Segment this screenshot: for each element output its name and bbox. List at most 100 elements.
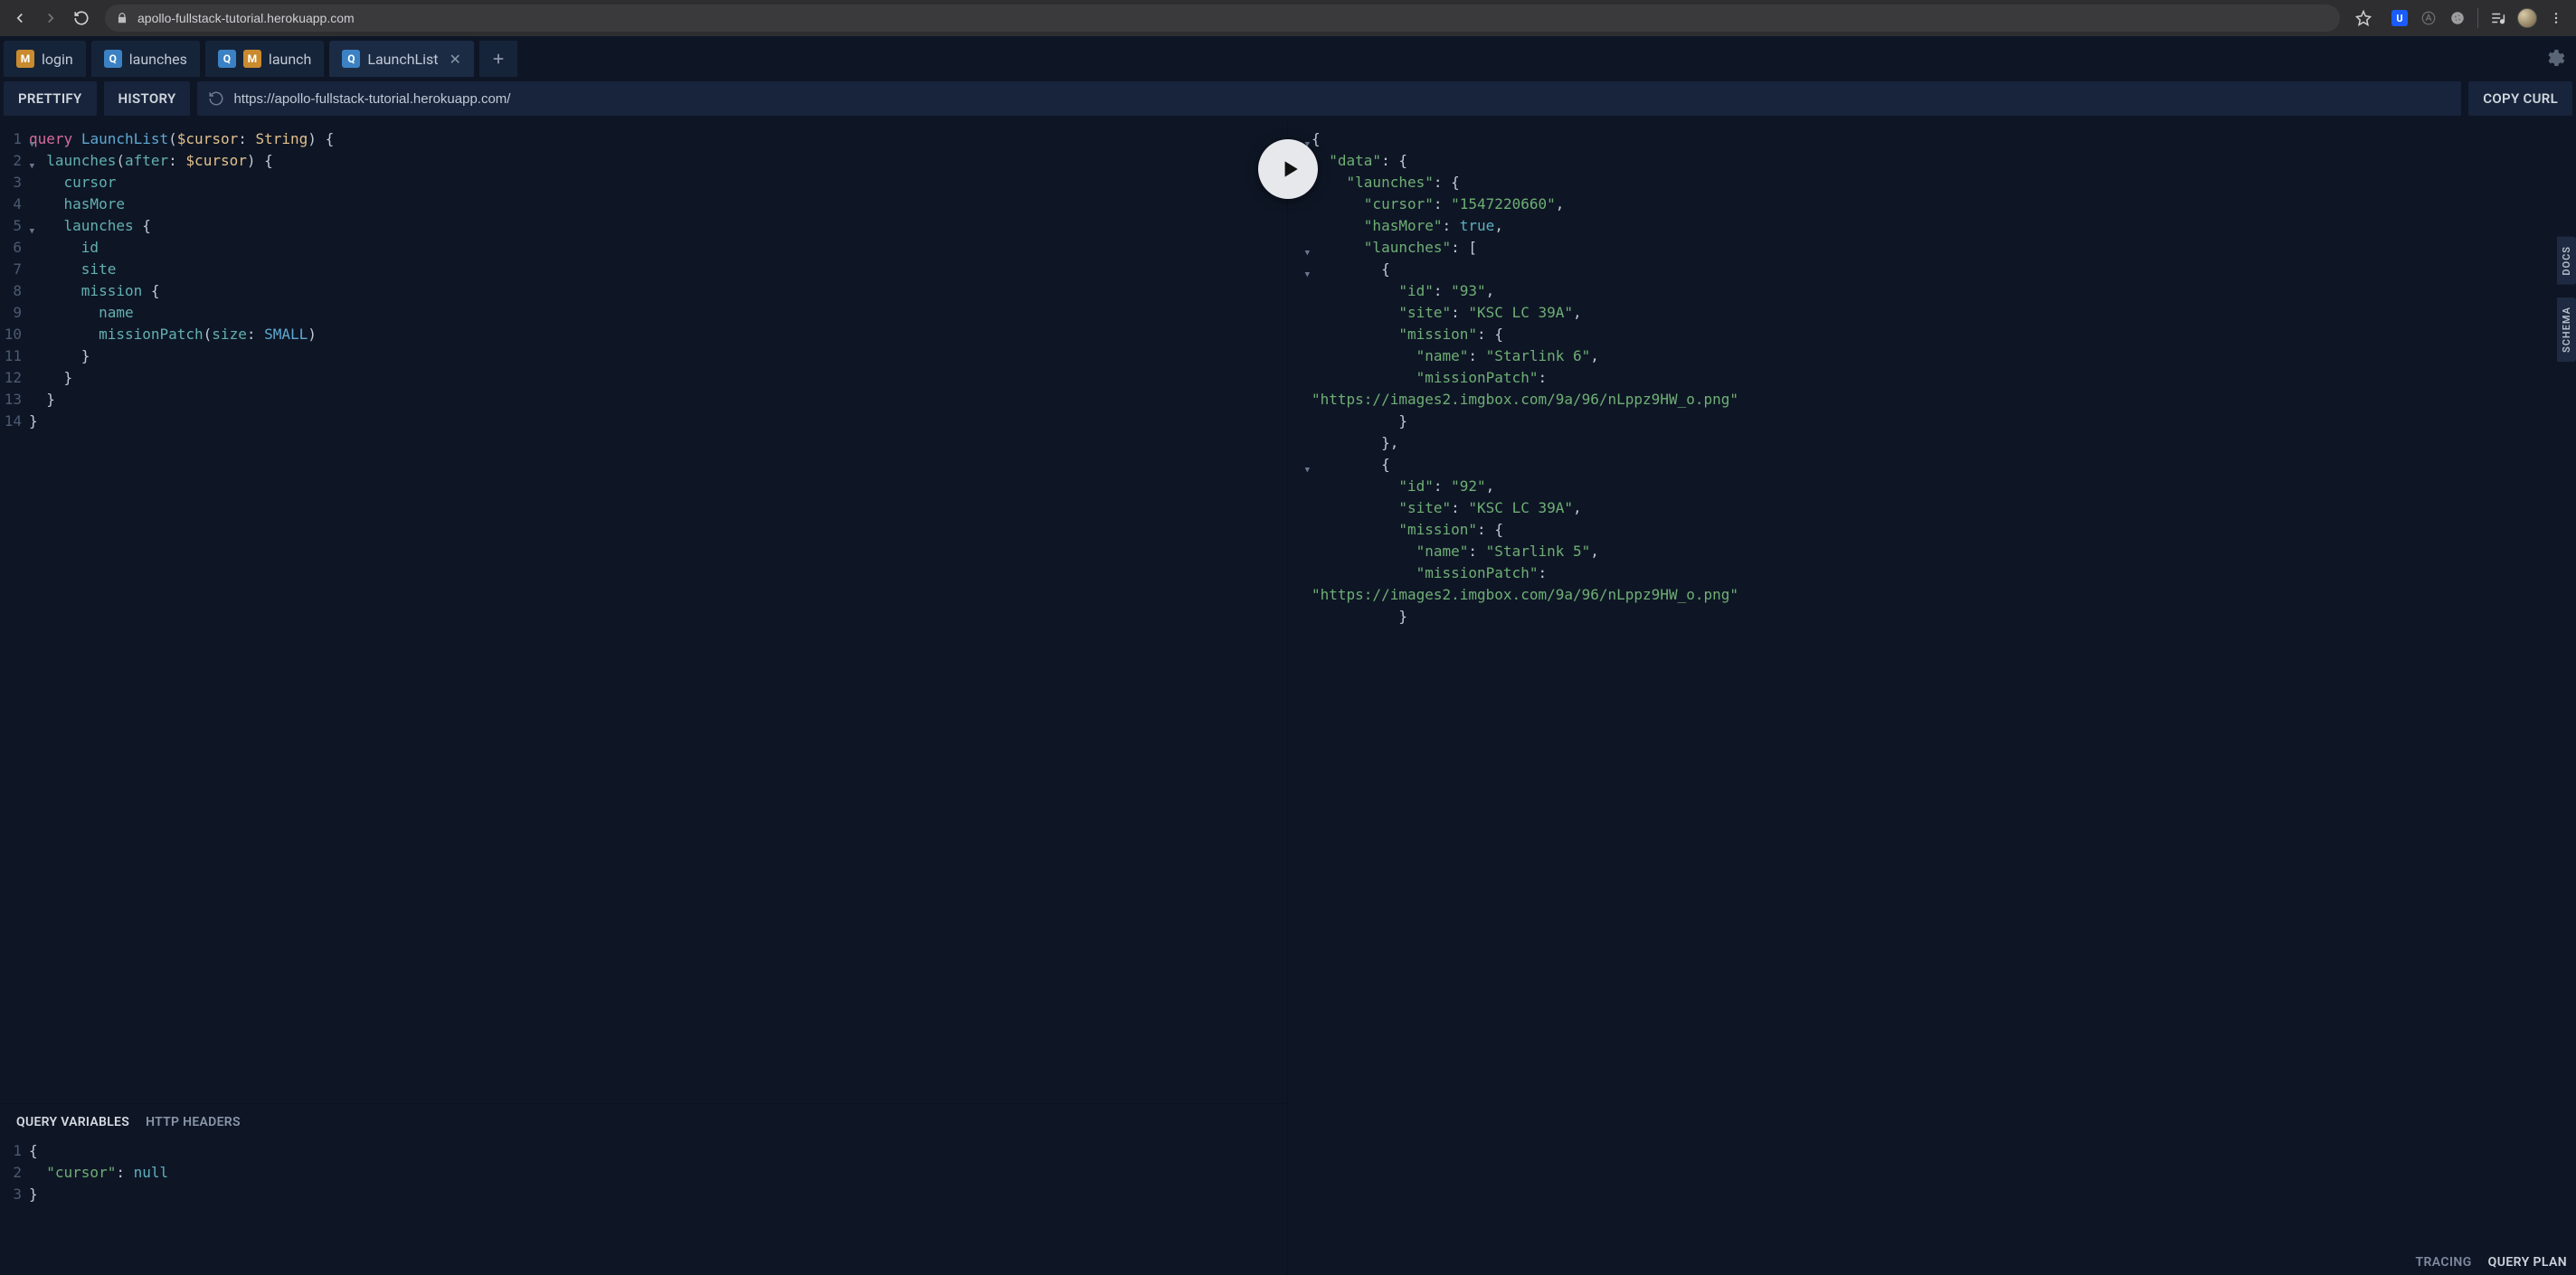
result-line: "id": "93",: [1293, 280, 2576, 302]
operation-tabs: MloginQlaunchesQMlaunchQLaunchList✕: [0, 36, 2576, 78]
shield-icon: U: [2391, 10, 2408, 26]
code-line: 2▼ launches(after: $cursor) {: [4, 150, 1287, 172]
result-pane: ▼{▼ "data": {▼ "launches": { "cursor": "…: [1288, 119, 2576, 1275]
history-button[interactable]: HISTORY: [104, 81, 191, 116]
result-line: "cursor": "1547220660",: [1293, 194, 2576, 215]
mutation-badge-icon: M: [243, 50, 261, 68]
media-control-button[interactable]: [2486, 5, 2511, 31]
query-badge-icon: Q: [342, 50, 360, 68]
graphql-playground: MloginQlaunchesQMlaunchQLaunchList✕ PRET…: [0, 36, 2576, 1275]
code-line: 3}: [4, 1184, 1287, 1205]
variables-tabs: QUERY VARIABLES HTTP HEADERS: [0, 1104, 1287, 1135]
extension-a-icon[interactable]: [2416, 5, 2441, 31]
execute-button[interactable]: [1258, 139, 1318, 199]
query-plan-tab[interactable]: QUERY PLAN: [2488, 1255, 2567, 1270]
result-line: ▼ {: [1293, 454, 2576, 476]
copy-curl-button[interactable]: COPY CURL: [2468, 81, 2572, 116]
lock-icon: [116, 12, 128, 24]
code-line: 14}: [4, 411, 1287, 432]
code-line: 4 hasMore: [4, 194, 1287, 215]
code-line: 6 id: [4, 237, 1287, 259]
result-line: "https://images2.imgbox.com/9a/96/nLppz9…: [1293, 584, 2576, 606]
browser-omnibox[interactable]: [105, 5, 2340, 32]
tab-label: LaunchList: [367, 51, 438, 68]
result-line: "name": "Starlink 5",: [1293, 541, 2576, 562]
variables-panel: QUERY VARIABLES HTTP HEADERS 1{2 "cursor…: [0, 1103, 1287, 1275]
result-line: ▼ "launches": {: [1293, 172, 2576, 194]
code-line: 11 }: [4, 345, 1287, 367]
prettify-button[interactable]: PRETTIFY: [4, 81, 97, 116]
result-line: "mission": {: [1293, 324, 2576, 345]
browser-back-button[interactable]: [7, 5, 33, 31]
avatar-icon: [2517, 8, 2537, 28]
operation-tab-launch[interactable]: QMlaunch: [205, 41, 324, 77]
gear-icon: [2543, 48, 2565, 70]
browser-menu-button[interactable]: [2543, 5, 2569, 31]
browser-url-input[interactable]: [137, 11, 2329, 25]
browser-extensions: U: [2382, 5, 2569, 31]
tab-label: login: [42, 51, 73, 68]
docs-tab[interactable]: DOCS: [2557, 237, 2576, 285]
result-line: "name": "Starlink 6",: [1293, 345, 2576, 367]
schema-tab[interactable]: SCHEMA: [2557, 298, 2576, 362]
code-line: 10 missionPatch(size: SMALL): [4, 324, 1287, 345]
tracing-tab[interactable]: TRACING: [2416, 1255, 2472, 1270]
query-badge-icon: Q: [218, 50, 236, 68]
code-line: 13 }: [4, 389, 1287, 411]
bitwarden-extension-icon[interactable]: U: [2387, 5, 2412, 31]
tab-label: launches: [129, 51, 187, 68]
query-badge-icon: Q: [104, 50, 122, 68]
bookmark-star-button[interactable]: [2351, 5, 2376, 31]
tab-http-headers[interactable]: HTTP HEADERS: [146, 1115, 241, 1129]
code-line: 7 site: [4, 259, 1287, 280]
arrow-left-icon: [12, 10, 28, 26]
browser-chrome-bar: U: [0, 0, 2576, 36]
endpoint-reload-icon: [208, 90, 224, 107]
code-line: 9 name: [4, 302, 1287, 324]
query-editor-pane: 1▼query LaunchList($cursor: String) {2▼ …: [0, 119, 1288, 1275]
code-line: 1{: [4, 1140, 1287, 1162]
star-icon: [2355, 10, 2372, 26]
variables-editor[interactable]: 1{2 "cursor": null3}: [0, 1135, 1287, 1275]
result-line: "hasMore": true,: [1293, 215, 2576, 237]
code-line: 12 }: [4, 367, 1287, 389]
browser-forward-button[interactable]: [38, 5, 63, 31]
extension-cookie-icon[interactable]: [2445, 5, 2470, 31]
code-line: 3 cursor: [4, 172, 1287, 194]
mutation-badge-icon: M: [16, 50, 34, 68]
result-footer: TRACING QUERY PLAN: [2416, 1255, 2568, 1270]
result-line: ▼ {: [1293, 259, 2576, 280]
tab-label: launch: [269, 51, 311, 68]
result-line: },: [1293, 432, 2576, 454]
result-line: ▼{: [1293, 128, 2576, 150]
arrow-right-icon: [43, 10, 59, 26]
result-line: "missionPatch":: [1293, 562, 2576, 584]
cookie-icon: [2449, 10, 2466, 26]
circle-a-icon: [2420, 10, 2437, 26]
query-editor[interactable]: 1▼query LaunchList($cursor: String) {2▼ …: [0, 119, 1287, 1103]
main-split: 1▼query LaunchList($cursor: String) {2▼ …: [0, 119, 2576, 1275]
result-line: }: [1293, 606, 2576, 628]
result-line: "mission": {: [1293, 519, 2576, 541]
result-line: ▼ "data": {: [1293, 150, 2576, 172]
music-list-icon: [2490, 10, 2506, 26]
operation-tab-login[interactable]: Mlogin: [4, 41, 86, 77]
result-line: "site": "KSC LC 39A",: [1293, 497, 2576, 519]
result-viewer[interactable]: ▼{▼ "data": {▼ "launches": { "cursor": "…: [1288, 119, 2576, 1275]
settings-button[interactable]: [2543, 48, 2565, 70]
play-icon: [1278, 157, 1302, 181]
endpoint-url-input[interactable]: [233, 91, 2450, 107]
result-line: "missionPatch":: [1293, 367, 2576, 389]
result-line: ▼ "launches": [: [1293, 237, 2576, 259]
result-line: }: [1293, 411, 2576, 432]
tab-query-variables[interactable]: QUERY VARIABLES: [16, 1115, 129, 1129]
browser-profile-avatar[interactable]: [2514, 5, 2540, 31]
divider: [2477, 8, 2478, 28]
code-line: 8 mission {: [4, 280, 1287, 302]
tab-close-button[interactable]: ✕: [450, 51, 461, 68]
operation-tab-launches[interactable]: Qlaunches: [91, 41, 200, 77]
endpoint-url-field[interactable]: [197, 81, 2461, 116]
new-tab-button[interactable]: [479, 41, 517, 77]
browser-reload-button[interactable]: [69, 5, 94, 31]
operation-tab-launchlist[interactable]: Q LaunchList ✕: [329, 41, 474, 77]
